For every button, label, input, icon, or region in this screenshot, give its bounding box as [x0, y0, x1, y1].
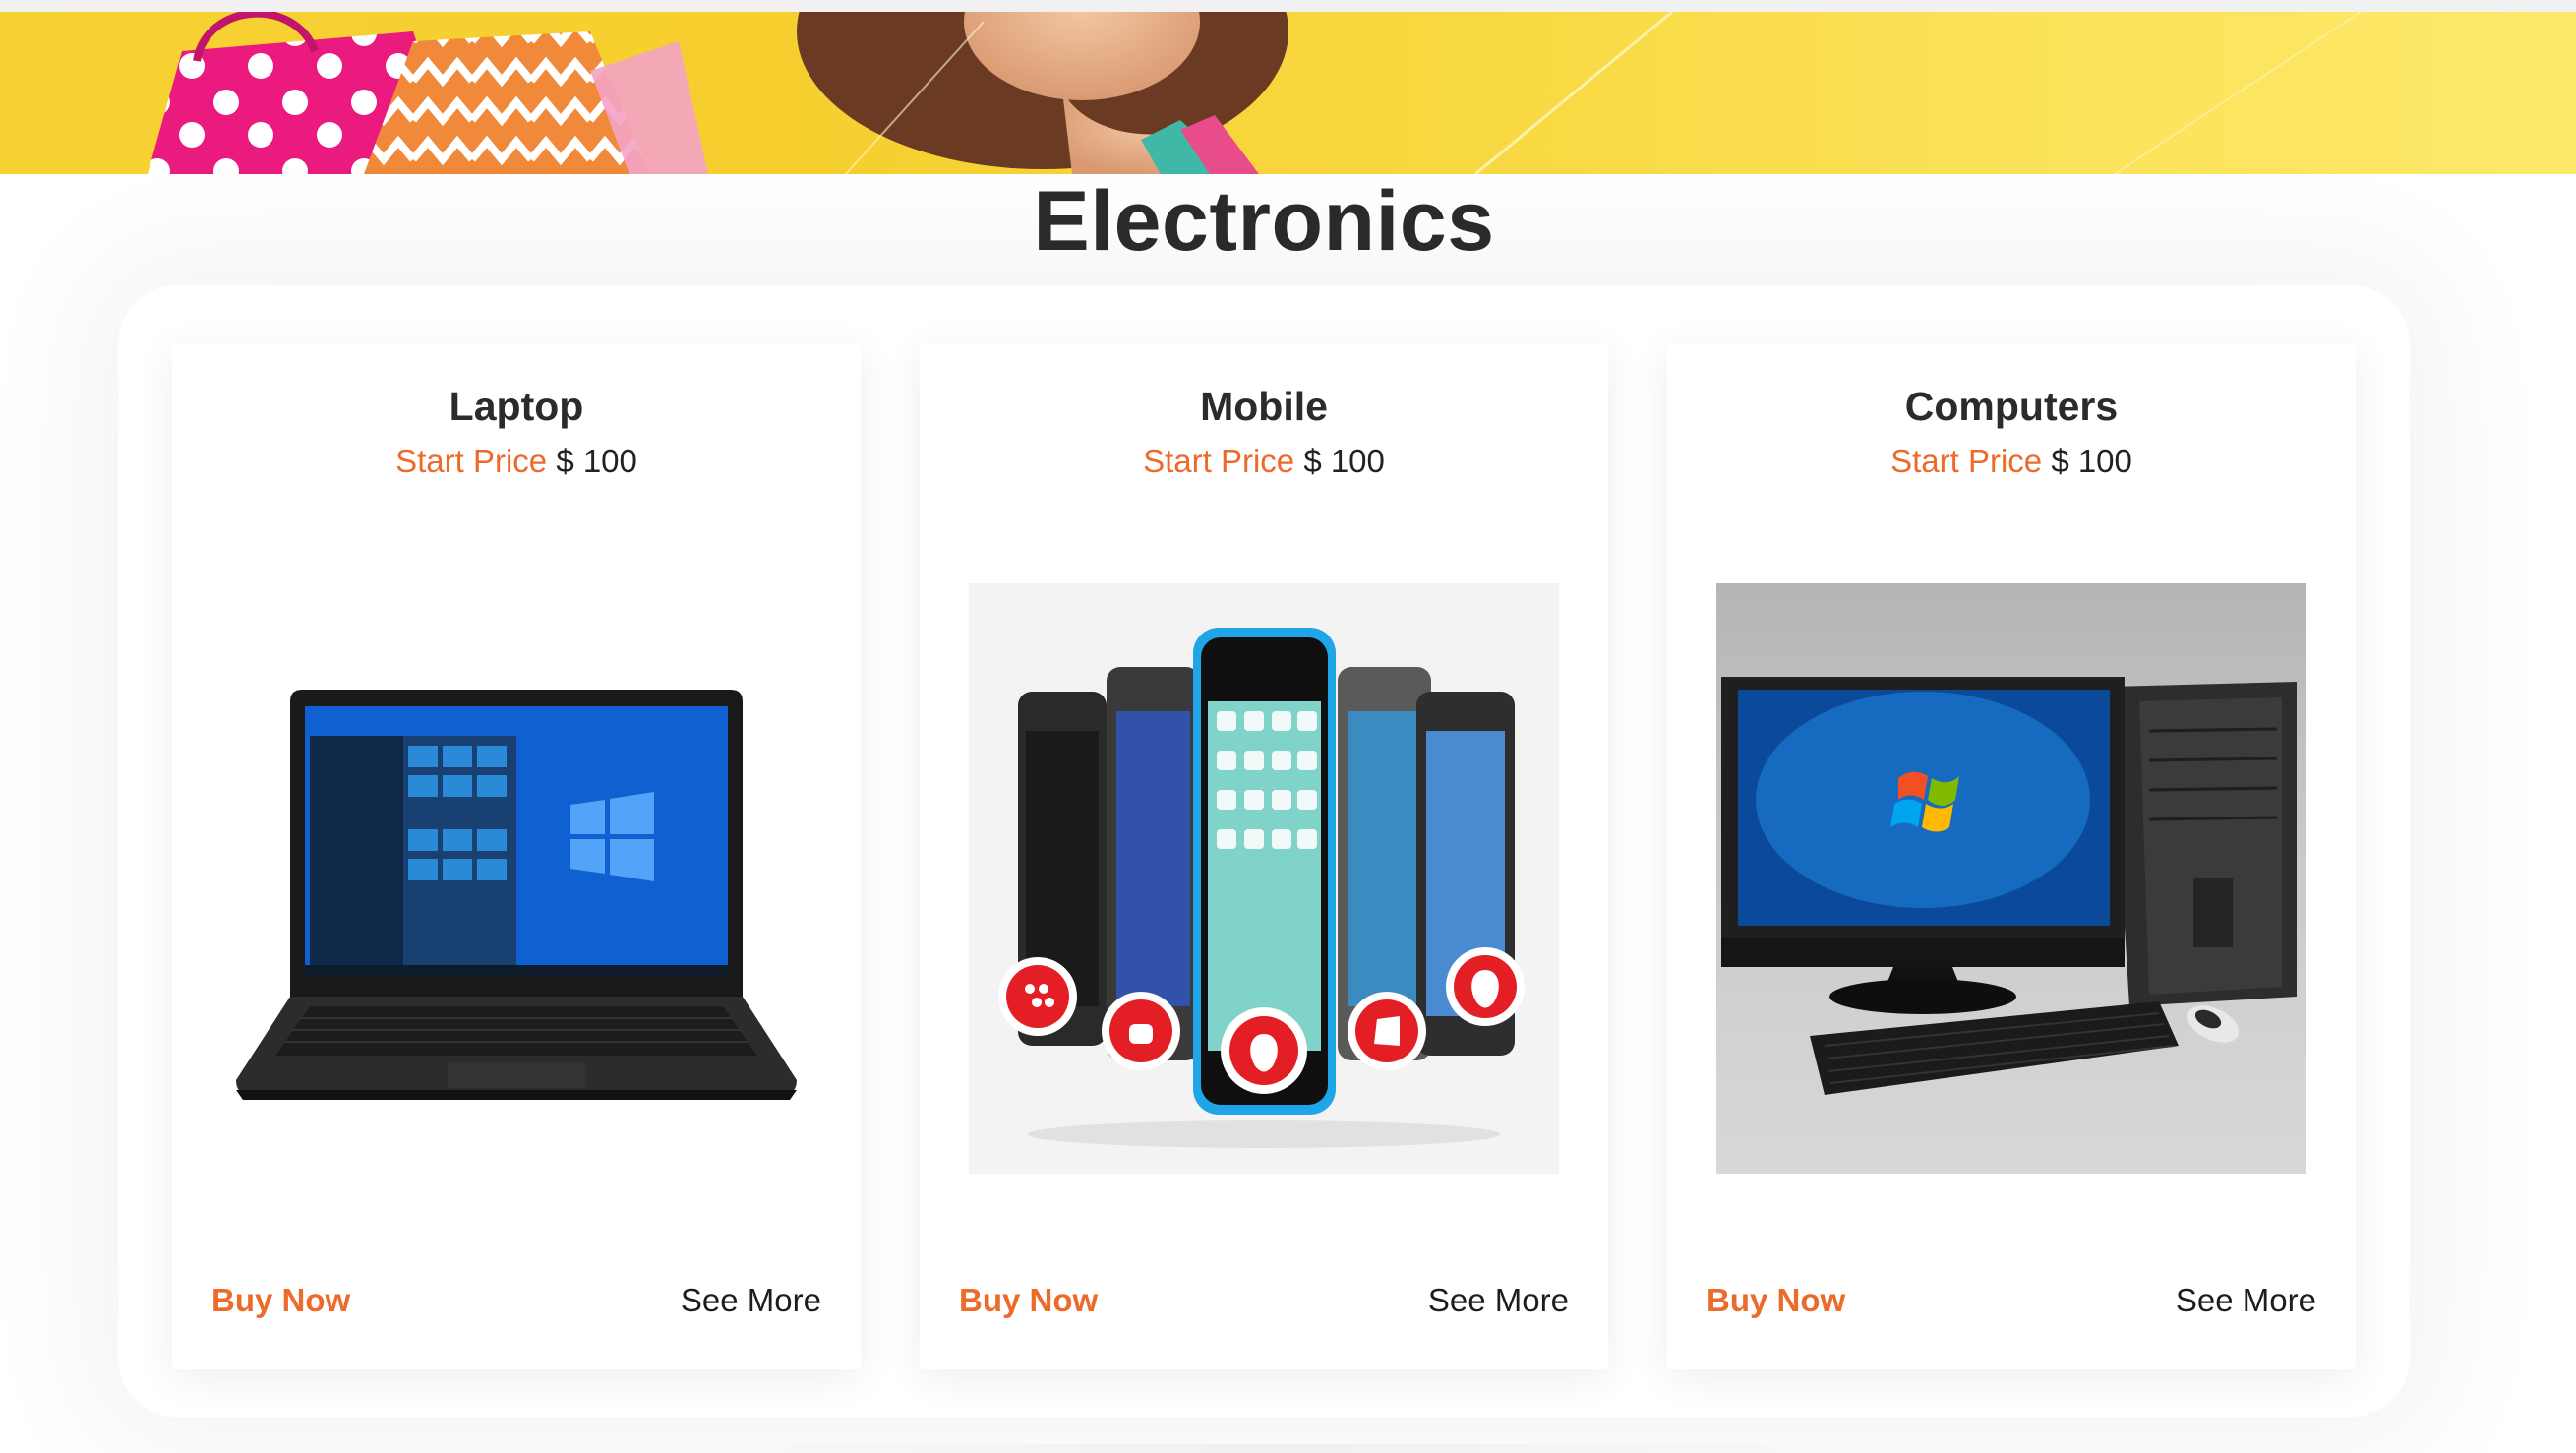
shopping-banner-image — [148, 12, 2362, 174]
price-value: $ 100 — [1303, 443, 1385, 479]
card-title: Computers — [1904, 384, 2119, 429]
price-value: $ 100 — [556, 443, 637, 479]
see-more-link[interactable]: See More — [2176, 1282, 2316, 1319]
laptop-icon — [221, 583, 811, 1174]
card-price: Start Price $ 100 — [172, 443, 861, 480]
desktop-computer-icon — [1716, 583, 2306, 1174]
card-price: Start Price $ 100 — [920, 443, 1608, 480]
see-more-link[interactable]: See More — [1428, 1282, 1569, 1319]
card-title: Laptop — [449, 384, 584, 429]
card-price: Start Price $ 100 — [1667, 443, 2356, 480]
see-more-link[interactable]: See More — [681, 1282, 821, 1319]
price-label: Start Price — [395, 443, 548, 479]
hero-banner — [0, 12, 2576, 174]
buy-now-button[interactable]: Buy Now — [211, 1282, 350, 1319]
product-card-computers: Computers Start Price $ 100 Buy Now See … — [1667, 344, 2356, 1369]
section-title: Electronics — [1033, 174, 1495, 269]
page: Electronics Laptop Start Price $ 100 Buy… — [0, 0, 2576, 1453]
product-card-laptop: Laptop Start Price $ 100 Buy Now See Mor… — [172, 344, 861, 1369]
section-divider — [689, 1444, 1869, 1453]
price-label: Start Price — [1890, 443, 2043, 479]
buy-now-button[interactable]: Buy Now — [1707, 1282, 1845, 1319]
price-value: $ 100 — [2051, 443, 2132, 479]
buy-now-button[interactable]: Buy Now — [959, 1282, 1098, 1319]
card-title: Mobile — [1200, 384, 1328, 429]
smartphones-icon — [969, 583, 1559, 1174]
product-card-mobile: Mobile Start Price $ 100 Buy Now See Mor… — [920, 344, 1608, 1369]
price-label: Start Price — [1143, 443, 1295, 479]
